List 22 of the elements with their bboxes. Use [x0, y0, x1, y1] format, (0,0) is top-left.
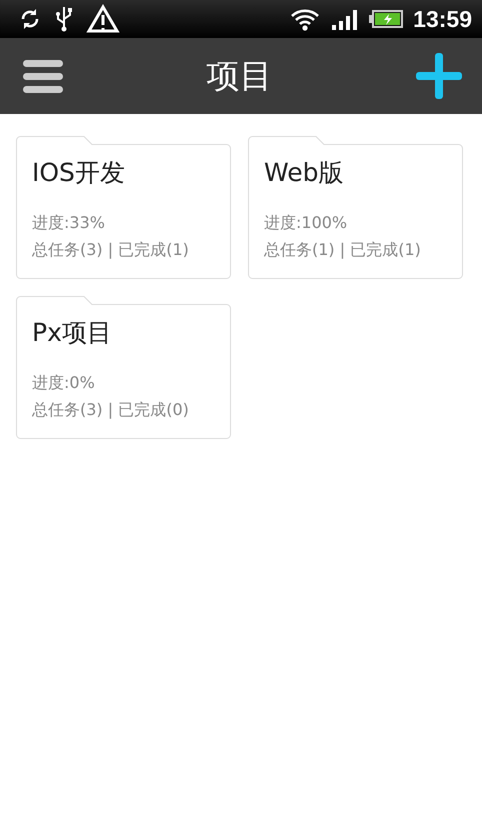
usb-icon: [54, 5, 74, 33]
battery-icon: [369, 10, 404, 28]
progress-text: 进度:33%: [32, 212, 105, 234]
plus-icon: [416, 53, 462, 99]
progress-text: 进度:0%: [32, 372, 95, 394]
project-card[interactable]: Px项目 进度:0% 总任务(3) | 已完成(0): [16, 296, 231, 439]
menu-icon: [23, 58, 63, 94]
project-card[interactable]: Web版 进度:100% 总任务(1) | 已完成(1): [248, 136, 463, 279]
warning-icon: [86, 4, 120, 34]
task-summary: 总任务(1) | 已完成(1): [264, 239, 421, 261]
task-summary: 总任务(3) | 已完成(1): [32, 239, 189, 261]
project-card[interactable]: IOS开发 进度:33% 总任务(3) | 已完成(1): [16, 136, 231, 279]
progress-text: 进度:100%: [264, 212, 348, 234]
project-name: IOS开发: [32, 157, 125, 189]
project-name: Web版: [264, 157, 344, 189]
task-summary: 总任务(3) | 已完成(0): [32, 399, 189, 421]
add-button[interactable]: [416, 53, 462, 99]
clock-time: 13:59: [413, 6, 472, 32]
project-name: Px项目: [32, 317, 112, 349]
signal-icon: [331, 8, 360, 30]
menu-button[interactable]: [23, 58, 63, 94]
screen-title: 项目: [206, 54, 272, 96]
